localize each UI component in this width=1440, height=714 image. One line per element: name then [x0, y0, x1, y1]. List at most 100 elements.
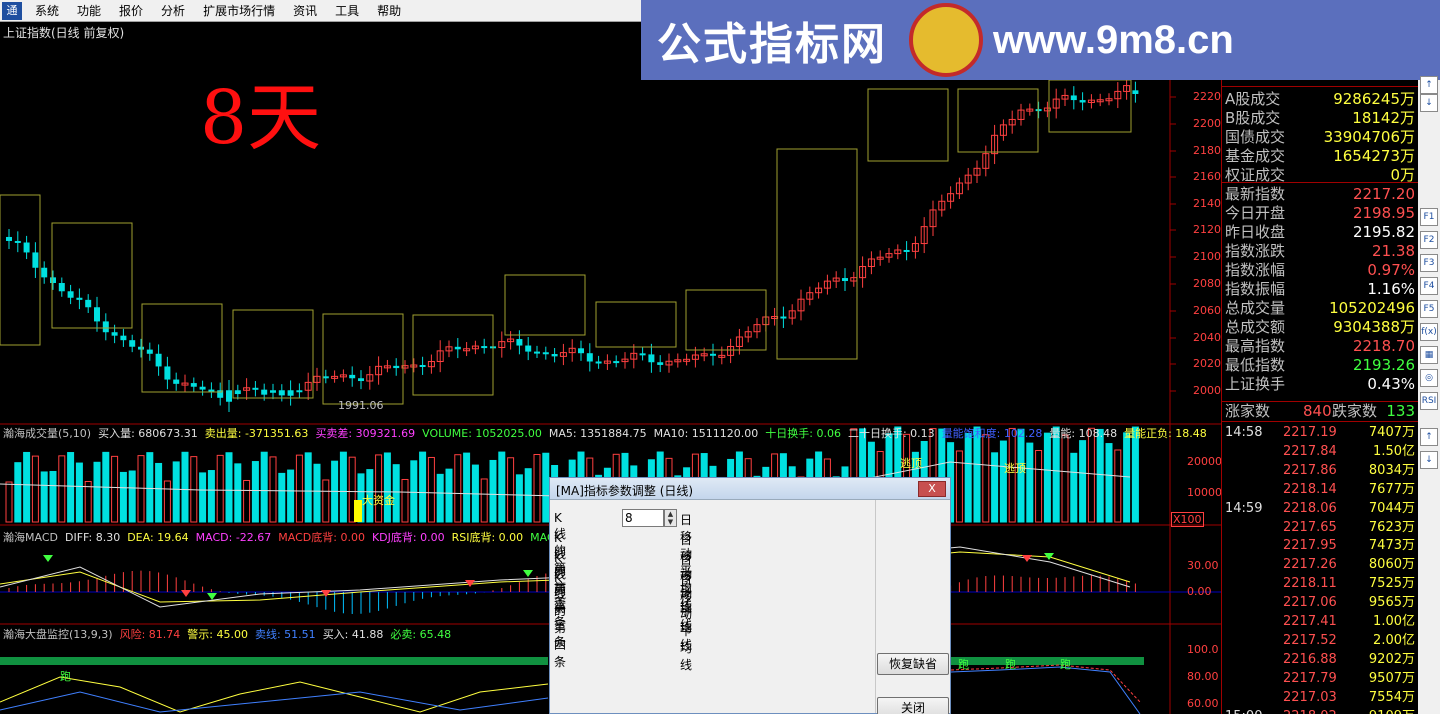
ma-period-1-input[interactable]	[622, 509, 664, 527]
stat-label: 上证换手	[1225, 375, 1286, 393]
stat-label: B股成交	[1225, 109, 1281, 127]
volume-bar	[1105, 443, 1113, 523]
banner-url: www.9m8.cn	[993, 17, 1234, 62]
menu-item-function[interactable]: 功能	[68, 0, 110, 22]
ma-period-1-spinner[interactable]: ▲ ▼	[664, 509, 677, 527]
candle-body	[6, 236, 12, 241]
tick-volume: 8034万	[1368, 462, 1415, 478]
circle-icon[interactable]: ◎	[1420, 369, 1438, 387]
menu-item-extended-market[interactable]: 扩展市场行情	[194, 0, 284, 22]
candle-body	[586, 353, 593, 362]
candle-body	[578, 348, 584, 354]
volume-bar	[542, 452, 550, 523]
arrow-up-icon-lower[interactable]: ↑	[1420, 428, 1438, 446]
menu-item-tools[interactable]: 工具	[326, 0, 368, 22]
volume-bar	[991, 452, 999, 523]
candle-body	[648, 354, 655, 363]
volume-bar	[533, 454, 541, 523]
menu-item-news[interactable]: 资讯	[284, 0, 326, 22]
stat-row: A股成交 9286245万	[1225, 90, 1415, 109]
dialog-close-button[interactable]: 关闭	[877, 697, 949, 714]
f2-icon[interactable]: F2	[1420, 231, 1438, 249]
candle-body	[903, 249, 910, 252]
dialog-close-icon[interactable]: X	[918, 481, 946, 497]
volume-bar	[119, 471, 127, 523]
restore-defaults-button[interactable]: 恢复缺省	[877, 653, 949, 675]
volume-bar	[1052, 426, 1060, 523]
candle-body	[146, 349, 153, 354]
f5-icon[interactable]: F5	[1420, 300, 1438, 318]
indicator-value: RSI底背: 0.00	[451, 531, 524, 544]
volume-bar	[480, 478, 488, 523]
volume-bar	[322, 479, 330, 523]
rise-label: 涨家数	[1225, 402, 1271, 420]
volume-bar	[58, 455, 66, 523]
volume-bar	[1070, 452, 1078, 523]
stat-row: 最低指数 2193.26	[1225, 356, 1415, 375]
tick-price: 2217.03	[1283, 689, 1337, 705]
volume-bar	[1114, 449, 1122, 523]
volume-bar	[199, 472, 207, 523]
volume-bar	[1061, 434, 1069, 523]
stat-label: 昨日收盘	[1225, 223, 1286, 241]
f3-icon[interactable]: F3	[1420, 254, 1438, 272]
volume-bar	[1131, 426, 1139, 523]
stat-label: 总成交量	[1225, 299, 1286, 317]
box	[504, 274, 586, 336]
candle-body	[551, 354, 558, 357]
volume-bar	[339, 451, 347, 523]
stat-label: A股成交	[1225, 90, 1281, 108]
volume-bar	[304, 452, 312, 523]
fx-icon[interactable]: f(x)	[1420, 323, 1438, 341]
handwritten-annotation-text: 8天	[200, 75, 322, 161]
stat-row: 昨日收盘 2195.82	[1225, 223, 1415, 242]
indicator-value: MACD底背: 0.00	[278, 531, 365, 544]
price-tick: 2000	[1193, 384, 1221, 397]
volume-bar	[243, 479, 251, 523]
stat-label: 最低指数	[1225, 356, 1286, 374]
tick-row: 2217.65 7623万	[1225, 518, 1415, 537]
candle-body	[419, 364, 426, 367]
stat-row: 最高指数 2218.70	[1225, 337, 1415, 356]
stat-row: 指数涨跌 21.38	[1225, 242, 1415, 261]
signal-arrow	[523, 570, 533, 577]
indicator-value: 买入: 41.88	[322, 628, 384, 641]
menu-item-quotes[interactable]: 报价	[110, 0, 152, 22]
arrow-down-icon-lower[interactable]: ↓	[1420, 451, 1438, 469]
stat-value: 1654273万	[1333, 147, 1415, 165]
indicator-value: 量能饱和度: 102.28	[941, 427, 1043, 440]
volume-bar	[1043, 432, 1051, 523]
indicator-value: MA10: 1511120.00	[653, 427, 759, 440]
candle-body	[190, 383, 197, 387]
volume-bar	[375, 454, 383, 523]
grid-icon[interactable]: ▦	[1420, 346, 1438, 364]
arrow-up-icon[interactable]: ↑	[1420, 76, 1438, 94]
stat-value: 0.97%	[1367, 261, 1415, 279]
arrow-down-icon[interactable]: ↓	[1420, 94, 1438, 112]
f4-icon[interactable]: F4	[1420, 277, 1438, 295]
panel-separator	[1222, 86, 1419, 87]
candle-body	[393, 365, 400, 369]
rsi-icon[interactable]: RSI	[1420, 392, 1438, 410]
price-tick: 2060	[1193, 304, 1221, 317]
tick-price: 2217.06	[1283, 595, 1337, 611]
menu-item-system[interactable]: 系统	[26, 0, 68, 22]
volume-unit-label: X100	[1171, 512, 1204, 527]
indicator-value: 量能正负: 18.48	[1124, 427, 1207, 440]
monitor-band-2	[951, 657, 1144, 665]
candle-body	[657, 362, 664, 365]
menu-item-help[interactable]: 帮助	[368, 0, 410, 22]
consolidation-boxes	[0, 79, 1132, 405]
candle-body	[23, 242, 30, 253]
volume-bar	[84, 480, 92, 523]
volume-bar	[1079, 440, 1087, 523]
menu-item-analysis[interactable]: 分析	[152, 0, 194, 22]
indicator-value: 瀚海成交量(5,10)	[3, 427, 92, 440]
candle-body	[481, 346, 488, 349]
escape-top-mark-2: 逃顶	[1004, 462, 1026, 475]
dialog-titlebar[interactable]: [MA]指标参数调整 (日线) X	[550, 478, 950, 500]
app-logo-icon[interactable]: 通	[2, 1, 22, 20]
f1-icon[interactable]: F1	[1420, 208, 1438, 226]
candle-body	[1079, 100, 1086, 103]
box	[776, 148, 858, 360]
